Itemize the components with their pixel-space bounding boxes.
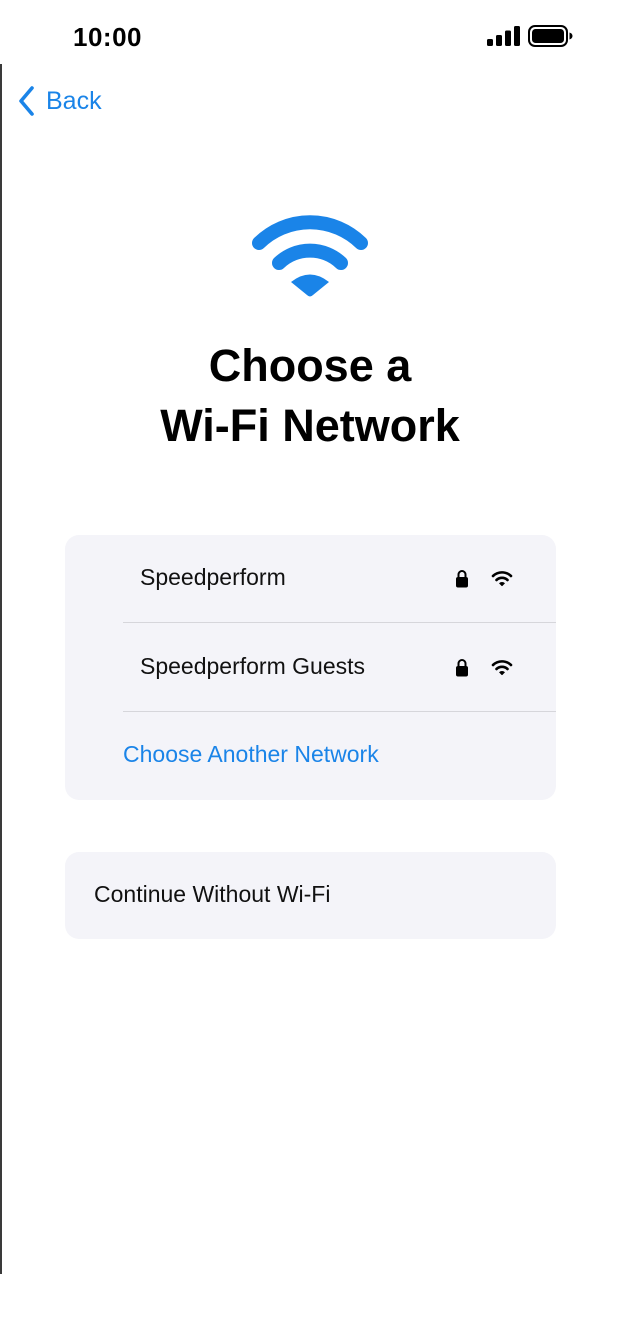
network-row-speedperform-guests[interactable]: Speedperform Guests	[65, 624, 556, 712]
window-edge	[0, 64, 2, 1274]
battery-icon	[528, 25, 573, 47]
choose-another-network-button[interactable]: Choose Another Network	[123, 741, 379, 768]
chevron-left-icon	[19, 86, 34, 116]
lock-icon	[456, 659, 468, 677]
page-title-line-1: Choose a	[208, 340, 412, 391]
network-name: Speedperform	[140, 564, 286, 590]
page-title-line-2: Wi-Fi Network	[160, 400, 460, 451]
back-button[interactable]: Back	[16, 84, 102, 118]
status-time: 10:00	[73, 22, 142, 52]
divider	[123, 711, 556, 712]
network-name: Speedperform Guests	[140, 653, 366, 679]
network-list: Speedperform Speedperform Guests Choose …	[65, 535, 556, 800]
back-label: Back	[46, 86, 102, 115]
wifi-signal-icon	[491, 571, 513, 587]
network-row-speedperform[interactable]: Speedperform	[65, 535, 556, 623]
cellular-signal-icon	[487, 26, 520, 46]
wifi-icon	[252, 215, 368, 297]
divider	[123, 622, 556, 623]
wifi-signal-icon	[491, 660, 513, 676]
status-bar: 10:00	[0, 0, 620, 70]
continue-label: Continue Without Wi-Fi	[94, 881, 331, 907]
page-title: Choose a Wi-Fi Network	[0, 336, 620, 456]
continue-without-wifi-button[interactable]: Continue Without Wi-Fi	[65, 852, 556, 939]
lock-icon	[456, 570, 468, 588]
